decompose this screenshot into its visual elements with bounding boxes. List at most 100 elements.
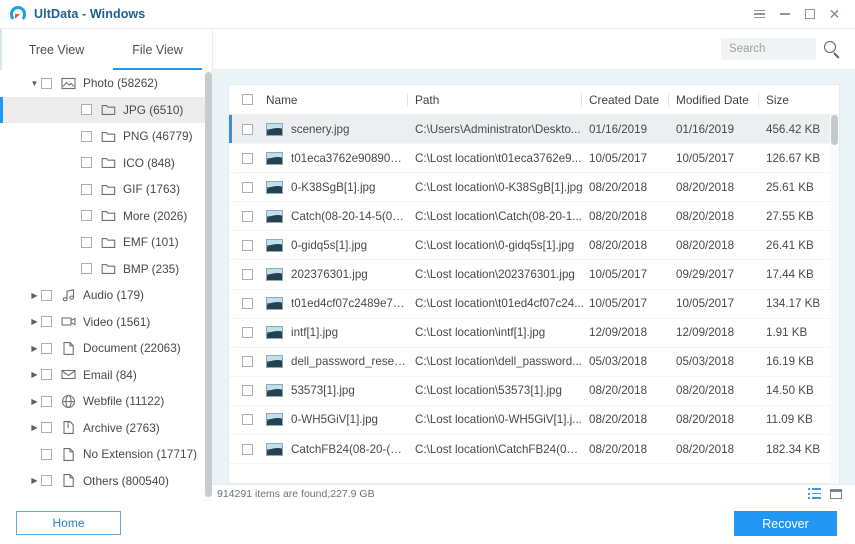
sidebar-item-checkbox[interactable]: [41, 422, 52, 433]
close-icon[interactable]: ✕: [822, 0, 847, 29]
row-checkbox[interactable]: [242, 173, 253, 202]
column-header-name[interactable]: Name: [266, 85, 297, 115]
chevron-right-icon[interactable]: [28, 423, 41, 432]
select-all-checkbox[interactable]: [242, 85, 260, 115]
home-button[interactable]: Home: [16, 511, 121, 535]
cell-path: C:\Lost location\CatchFB24(08-...: [415, 435, 584, 464]
table-row[interactable]: 202376301.jpgC:\Lost location\202376301.…: [229, 260, 839, 289]
sidebar-item-others[interactable]: Others (800540): [0, 468, 205, 495]
sidebar-item-png[interactable]: PNG (46779): [0, 123, 205, 150]
sidebar-item-no[interactable]: No Extension (17717): [0, 441, 205, 468]
table-row[interactable]: 0-K38SgB[1].jpgC:\Lost location\0-K38SgB…: [229, 173, 839, 202]
row-checkbox[interactable]: [242, 347, 253, 376]
sidebar-item-archive[interactable]: Archive (2763): [0, 415, 205, 442]
sidebar-item-label: EMF (101): [123, 235, 179, 249]
thumbnail-view-icon[interactable]: [830, 489, 842, 499]
sidebar: Photo (58262) JPG (6510)PNG (46779)ICO (8…: [0, 70, 212, 501]
row-checkbox[interactable]: [242, 376, 253, 405]
table-row[interactable]: scenery.jpgC:\Users\Administrator\Deskto…: [229, 115, 839, 144]
table-row[interactable]: Catch(08-20-14-5(08-...C:\Lost location\…: [229, 202, 839, 231]
sidebar-item-checkbox[interactable]: [81, 263, 92, 274]
sidebar-item-checkbox[interactable]: [81, 237, 92, 248]
sidebar-scrollbar-thumb[interactable]: [205, 72, 212, 497]
list-view-icon[interactable]: [808, 488, 821, 499]
hamburger-menu-icon[interactable]: [747, 0, 772, 29]
column-header-created-date[interactable]: Created Date: [589, 85, 659, 115]
chevron-right-icon[interactable]: [28, 344, 41, 353]
row-checkbox[interactable]: [242, 231, 253, 260]
sidebar-item-checkbox[interactable]: [81, 210, 92, 221]
sidebar-item-bmp[interactable]: BMP (235): [0, 256, 205, 283]
sidebar-item-webfile[interactable]: Webfile (11122): [0, 388, 205, 415]
tab-file-view[interactable]: File View: [107, 29, 208, 70]
document-icon: [61, 447, 76, 462]
table-row[interactable]: dell_password_reset[1]...C:\Lost locatio…: [229, 348, 839, 377]
sidebar-item-checkbox[interactable]: [41, 449, 52, 460]
tab-tree-view[interactable]: Tree View: [6, 29, 107, 70]
chevron-right-icon[interactable]: [28, 370, 41, 379]
cell-path: C:\Lost location\202376301.jpg: [415, 260, 584, 289]
sidebar-item-emf[interactable]: EMF (101): [0, 229, 205, 256]
sidebar-item-document[interactable]: Document (22063): [0, 335, 205, 362]
sidebar-item-ico[interactable]: ICO (848): [0, 150, 205, 177]
row-checkbox[interactable]: [242, 202, 253, 231]
search-icon[interactable]: [824, 41, 841, 58]
sidebar-scrollbar-track[interactable]: [205, 70, 212, 501]
chevron-right-icon[interactable]: [28, 317, 41, 326]
sidebar-item-checkbox[interactable]: [81, 157, 92, 168]
sidebar-item-audio[interactable]: Audio (179): [0, 282, 205, 309]
row-checkbox[interactable]: [242, 144, 253, 173]
sidebar-item-checkbox[interactable]: [81, 104, 92, 115]
chevron-right-icon[interactable]: [28, 476, 41, 485]
row-checkbox[interactable]: [242, 435, 253, 464]
sidebar-item-checkbox[interactable]: [41, 396, 52, 407]
row-checkbox[interactable]: [242, 289, 253, 318]
sidebar-item-jpg[interactable]: JPG (6510): [0, 97, 205, 124]
row-checkbox[interactable]: [242, 318, 253, 347]
cell-modified-date: 08/20/2018: [676, 202, 761, 231]
minimize-icon[interactable]: [772, 0, 797, 29]
cell-path: C:\Lost location\t01eca3762e9...: [415, 144, 584, 173]
sidebar-item-label: GIF (1763): [123, 182, 180, 196]
sidebar-item-checkbox[interactable]: [41, 316, 52, 327]
maximize-icon[interactable]: [797, 0, 822, 29]
table-row[interactable]: intf[1].jpgC:\Lost location\intf[1].jpg1…: [229, 319, 839, 348]
sidebar-item-checkbox[interactable]: [81, 184, 92, 195]
cell-size: 27.55 KB: [766, 202, 836, 231]
chevron-right-icon[interactable]: [28, 397, 41, 406]
table-row[interactable]: t01eca3762e908906be...C:\Lost location\t…: [229, 144, 839, 173]
sidebar-item-video[interactable]: Video (1561): [0, 309, 205, 336]
table-row[interactable]: 0-gidq5s[1].jpgC:\Lost location\0-gidq5s…: [229, 231, 839, 260]
sidebar-item-label: Photo (58262): [83, 76, 158, 90]
row-checkbox[interactable]: [242, 115, 253, 144]
sidebar-item-checkbox[interactable]: [41, 290, 52, 301]
sidebar-item-checkbox[interactable]: [41, 343, 52, 354]
row-checkbox[interactable]: [242, 260, 253, 289]
sidebar-item-checkbox[interactable]: [41, 369, 52, 380]
sidebar-item-email[interactable]: Email (84): [0, 362, 205, 389]
cell-modified-date: 10/05/2017: [676, 144, 761, 173]
search-input[interactable]: [721, 38, 816, 60]
table-row[interactable]: CatchFB24(08-20-(08-...C:\Lost location\…: [229, 435, 839, 464]
sidebar-item-more[interactable]: More (2026): [0, 203, 205, 230]
cell-modified-date: 01/16/2019: [676, 115, 761, 144]
sidebar-item-photo[interactable]: Photo (58262): [0, 70, 205, 97]
recover-button[interactable]: Recover: [734, 511, 837, 536]
table-row[interactable]: 53573[1].jpgC:\Lost location\53573[1].jp…: [229, 377, 839, 406]
table-scrollbar-thumb[interactable]: [831, 115, 838, 145]
row-checkbox[interactable]: [242, 405, 253, 434]
chevron-right-icon[interactable]: [28, 291, 41, 300]
column-header-size[interactable]: Size: [766, 85, 789, 115]
sidebar-item-checkbox[interactable]: [41, 475, 52, 486]
column-header-modified-date[interactable]: Modified Date: [676, 85, 749, 115]
document-icon: [61, 473, 76, 488]
sidebar-item-checkbox[interactable]: [81, 131, 92, 142]
table-row[interactable]: 0-WH5GiV[1].jpgC:\Lost location\0-WH5GiV…: [229, 406, 839, 435]
table-row[interactable]: t01ed4cf07c2489e7ac[...C:\Lost location\…: [229, 290, 839, 319]
sidebar-item-gif[interactable]: GIF (1763): [0, 176, 205, 203]
chevron-down-icon[interactable]: [28, 79, 41, 88]
sidebar-item-checkbox[interactable]: [41, 78, 52, 89]
column-header-path[interactable]: Path: [415, 85, 439, 115]
table-scrollbar-track[interactable]: [830, 115, 839, 484]
file-thumbnail-icon: [266, 326, 283, 339]
